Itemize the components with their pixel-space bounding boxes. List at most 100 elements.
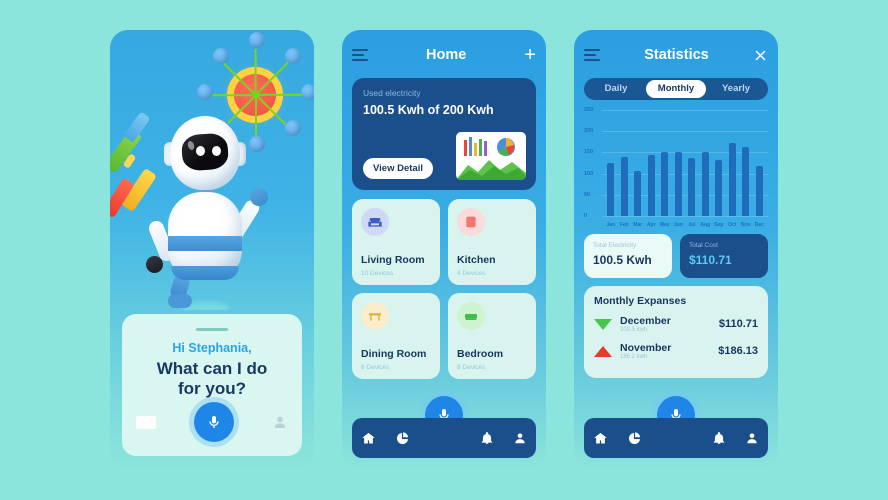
chart-x-tick: Mar: [633, 222, 643, 228]
room-device-count: 6 Devices: [361, 364, 390, 371]
chart-x-tick: Dec: [754, 222, 764, 228]
chart-bar-wrapper: [672, 110, 686, 216]
microphone-icon[interactable]: [194, 402, 234, 442]
summary-cards: Total Electricity 100.5 Kwh Total Cost $…: [584, 234, 768, 278]
chart-x-tick: Jun: [673, 222, 683, 228]
chart-x-tick: Feb: [619, 222, 629, 228]
greeting-text: Hi Stephania,: [172, 341, 252, 355]
monthly-expenses-panel: Monthly Expanses December 100.5 kwh $110…: [584, 286, 768, 378]
page-title: Statistics: [644, 47, 709, 63]
chart-bar[interactable]: [661, 151, 669, 216]
chart-bar[interactable]: [755, 165, 763, 216]
home-icon[interactable]: [361, 431, 376, 446]
phone-mockup-stage: Hi Stephania, What can I do for you? Hom…: [0, 0, 888, 500]
tab-monthly[interactable]: Monthly: [646, 80, 706, 98]
chart-y-tick: 50: [584, 191, 591, 198]
chart-bar[interactable]: [620, 156, 628, 216]
expenses-heading: Monthly Expanses: [594, 295, 687, 307]
expense-month: November: [620, 342, 672, 354]
keyboard-icon[interactable]: [136, 415, 156, 429]
card-label: Total Cost: [689, 242, 718, 249]
chart-x-tick: Oct: [728, 222, 737, 228]
expense-row-december[interactable]: December 100.5 kwh $110.71: [594, 315, 758, 333]
electricity-value: 100.5 Kwh of 200 Kwh: [363, 103, 494, 117]
chart-bar[interactable]: [728, 143, 736, 216]
chart-y-tick: 150: [584, 149, 594, 156]
screen-statistics: Statistics Daily Monthly Yearly 250 200 15…: [574, 30, 778, 470]
chart-bar-wrapper: [618, 110, 632, 216]
room-device-count: 10 Devices: [361, 270, 394, 277]
card-value: 100.5 Kwh: [593, 253, 652, 267]
chart-bar[interactable]: [674, 151, 682, 216]
expense-row-november[interactable]: November 186.2 kwh $186.13: [594, 342, 758, 360]
chart-x-tick: Aug: [700, 222, 711, 228]
chart-x-axis-labels: Jan Feb Mar Apr May Jun Jul Aug Sep Oct Nov Dec: [604, 222, 766, 228]
triangle-down-icon: [594, 318, 612, 330]
chart-y-tick: 100: [584, 170, 594, 177]
pie-chart-icon[interactable]: [627, 431, 642, 446]
robot-illustration: [110, 30, 314, 310]
chart-bar[interactable]: [634, 171, 642, 216]
room-name: Bedroom: [457, 348, 504, 360]
bell-icon[interactable]: [712, 431, 726, 445]
bottom-navigation-bar: [584, 418, 768, 458]
chart-bar-wrapper: [658, 110, 672, 216]
card-drag-handle[interactable]: [196, 328, 228, 331]
assistant-question-line2: for you?: [178, 379, 246, 399]
room-name: Living Room: [361, 254, 425, 266]
chart-x-tick: Jan: [606, 222, 616, 228]
screen-assistant: Hi Stephania, What can I do for you?: [110, 30, 314, 470]
close-icon[interactable]: [753, 48, 768, 63]
person-icon[interactable]: [272, 414, 288, 430]
rooms-grid: Living Room 10 Devices Kitchen 4 Devices…: [352, 199, 536, 379]
chart-bar[interactable]: [647, 154, 655, 216]
chart-y-tick: 0: [584, 213, 588, 219]
chart-bar-wrapper: [645, 110, 659, 216]
chart-gridline: [602, 216, 768, 217]
chart-bar-wrapper: [699, 110, 713, 216]
card-value: $110.71: [689, 253, 732, 267]
electricity-label: Used electricity: [363, 88, 421, 98]
chart-thumbnail-icon: [456, 132, 526, 180]
hamburger-menu-icon[interactable]: [584, 49, 600, 61]
chart-bar[interactable]: [607, 163, 615, 216]
chart-bar-wrapper: [685, 110, 699, 216]
room-name: Kitchen: [457, 254, 496, 266]
tab-daily[interactable]: Daily: [586, 80, 646, 98]
assistant-question-line1: What can I do: [156, 359, 268, 378]
room-card-dining-room[interactable]: Dining Room 6 Devices: [352, 293, 440, 379]
person-icon[interactable]: [513, 431, 527, 445]
chart-x-tick: Sep: [714, 222, 724, 228]
room-card-bedroom[interactable]: Bedroom 8 Devices: [448, 293, 536, 379]
chart-bar[interactable]: [742, 146, 750, 216]
expense-kwh: 100.5 kwh: [620, 327, 648, 333]
total-electricity-card: Total Electricity 100.5 Kwh: [584, 234, 672, 278]
home-icon[interactable]: [593, 431, 608, 446]
expense-amount: $110.71: [718, 318, 758, 330]
chart-y-tick: 250: [584, 107, 594, 113]
hamburger-menu-icon[interactable]: [352, 49, 368, 61]
tab-yearly[interactable]: Yearly: [706, 80, 766, 98]
page-title: Home: [426, 47, 467, 63]
bell-icon[interactable]: [480, 431, 494, 445]
assistant-input-row: [122, 402, 302, 442]
view-detail-button[interactable]: View Detail: [363, 158, 433, 179]
chart-bars: [604, 110, 766, 216]
room-card-living-room[interactable]: Living Room 10 Devices: [352, 199, 440, 285]
bottom-navigation-bar: [352, 418, 536, 458]
chart-bar[interactable]: [701, 152, 709, 216]
room-card-kitchen[interactable]: Kitchen 4 Devices: [448, 199, 536, 285]
room-name: Dining Room: [361, 348, 427, 360]
chart-bar[interactable]: [715, 159, 723, 216]
chart-bar-wrapper: [631, 110, 645, 216]
chart-bar[interactable]: [688, 157, 696, 216]
triangle-up-icon: [594, 345, 612, 357]
chart-x-tick: May: [659, 222, 670, 228]
pie-chart-icon[interactable]: [395, 431, 410, 446]
person-icon[interactable]: [745, 431, 759, 445]
dining-table-icon: [361, 302, 389, 330]
plus-icon[interactable]: +: [524, 45, 536, 65]
sofa-icon: [361, 208, 389, 236]
assistant-prompt-card: Hi Stephania, What can I do for you?: [122, 314, 302, 456]
chart-x-tick: Apr: [646, 222, 656, 228]
